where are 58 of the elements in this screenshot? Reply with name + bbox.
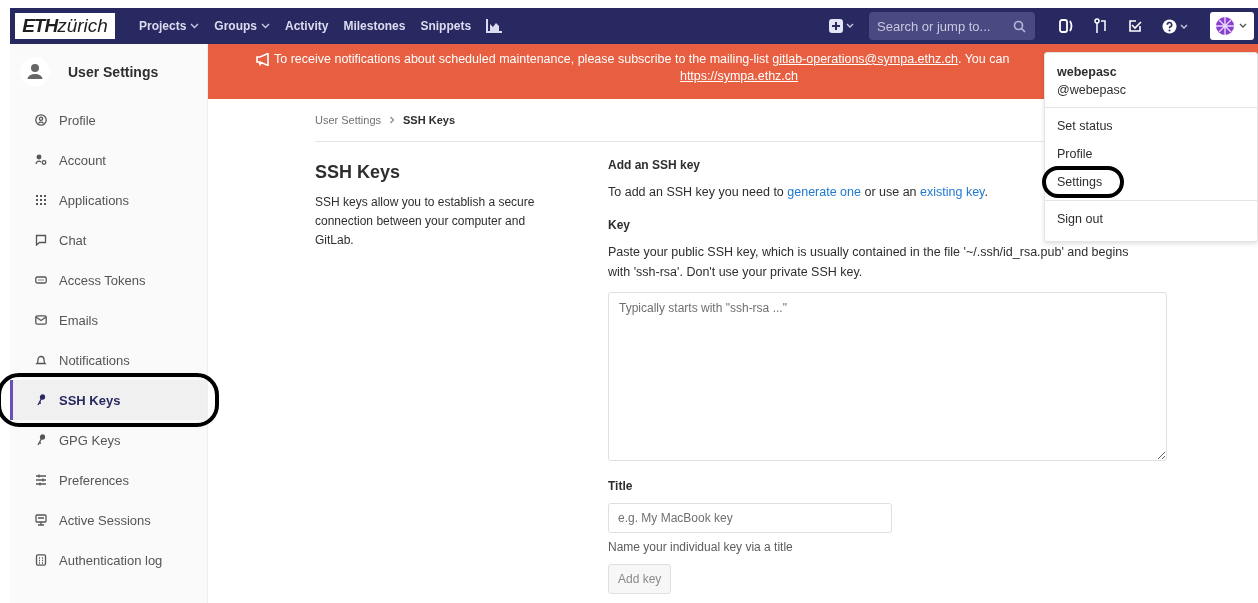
- sidebar-item[interactable]: Account: [10, 140, 207, 180]
- sidebar-item[interactable]: SSH Keys: [10, 380, 207, 420]
- token-icon: [35, 274, 47, 286]
- nav-link[interactable]: Groups: [214, 19, 271, 33]
- field-label: Key: [608, 218, 630, 232]
- account-icon: [35, 154, 47, 166]
- megaphone-icon: [256, 53, 271, 66]
- key-icon: [35, 394, 47, 406]
- sidebar-item[interactable]: Active Sessions: [10, 500, 207, 540]
- nav-link[interactable]: Projects: [139, 19, 200, 33]
- sidebar-item[interactable]: Profile: [10, 100, 207, 140]
- sliders-icon: [35, 474, 47, 486]
- sidebar-item[interactable]: Notifications: [10, 340, 207, 380]
- nav-link[interactable]: Snippets: [420, 19, 472, 33]
- avatar-menu-button[interactable]: [1210, 12, 1254, 40]
- log-icon: [35, 554, 47, 566]
- todo-icon[interactable]: [1128, 19, 1142, 33]
- search-field[interactable]: Search or jump to...: [869, 12, 1035, 40]
- chat-icon: [35, 234, 47, 246]
- page-title: SSH Keys: [315, 162, 402, 183]
- page-description: SSH keys allow you to establish a secure connection between your computer and GitLab.: [315, 194, 536, 249]
- generate-link[interactable]: generate one: [787, 185, 861, 199]
- key-icon: [35, 434, 47, 446]
- title-input[interactable]: e.g. My MacBook key: [608, 503, 892, 533]
- profile-icon: [35, 114, 47, 126]
- sidebar-item[interactable]: GPG Keys: [10, 420, 207, 460]
- mail-icon: [35, 314, 47, 326]
- nav-link[interactable]: Milestones: [343, 19, 406, 33]
- logo[interactable]: ETHzürich: [15, 13, 115, 39]
- sidebar-item[interactable]: Authentication log: [10, 540, 207, 580]
- bell-icon: [35, 354, 47, 366]
- sidebar-item[interactable]: Preferences: [10, 460, 207, 500]
- menu-item[interactable]: Sign out: [1045, 205, 1257, 233]
- search-icon[interactable]: [1013, 20, 1026, 33]
- chevron-icon: [389, 116, 396, 124]
- apps-icon: [35, 194, 47, 206]
- menu-item[interactable]: Set status: [1045, 112, 1257, 140]
- key-textarea[interactable]: Typically starts with "ssh-rsa ...": [608, 292, 1167, 461]
- nav-link[interactable]: Activity: [285, 19, 329, 33]
- breadcrumb-link[interactable]: User Settings: [315, 114, 382, 126]
- sidebar-item[interactable]: Chat: [10, 220, 207, 260]
- breadcrumb-link[interactable]: SSH Keys: [403, 114, 455, 126]
- sidebar-title: User Settings: [68, 64, 159, 80]
- menu-item[interactable]: Settings: [1045, 168, 1257, 196]
- user-name: webepasc: [1056, 65, 1118, 79]
- section-heading: Add an SSH key: [608, 158, 701, 172]
- help-text: Name your individual key via a title: [608, 540, 794, 554]
- monitor-icon: [35, 514, 47, 526]
- field-label: Title: [608, 479, 633, 493]
- menu-item[interactable]: Profile: [1045, 140, 1257, 168]
- sidebar-item[interactable]: Applications: [10, 180, 207, 220]
- chart-icon[interactable]: [486, 19, 503, 33]
- help-icon[interactable]: [1162, 18, 1190, 34]
- sidebar-item[interactable]: Emails: [10, 300, 207, 340]
- plus-dropdown-icon[interactable]: [829, 19, 855, 33]
- sidebar-item[interactable]: Access Tokens: [10, 260, 207, 300]
- help-text: Paste your public SSH key, which is usually contained in the file '~/.ssh/id_rsa.pub' and begins with 'ssh-rsa'. Don't use your private SSH key.: [608, 244, 1130, 281]
- user-handle: @webepasc: [1056, 82, 1127, 99]
